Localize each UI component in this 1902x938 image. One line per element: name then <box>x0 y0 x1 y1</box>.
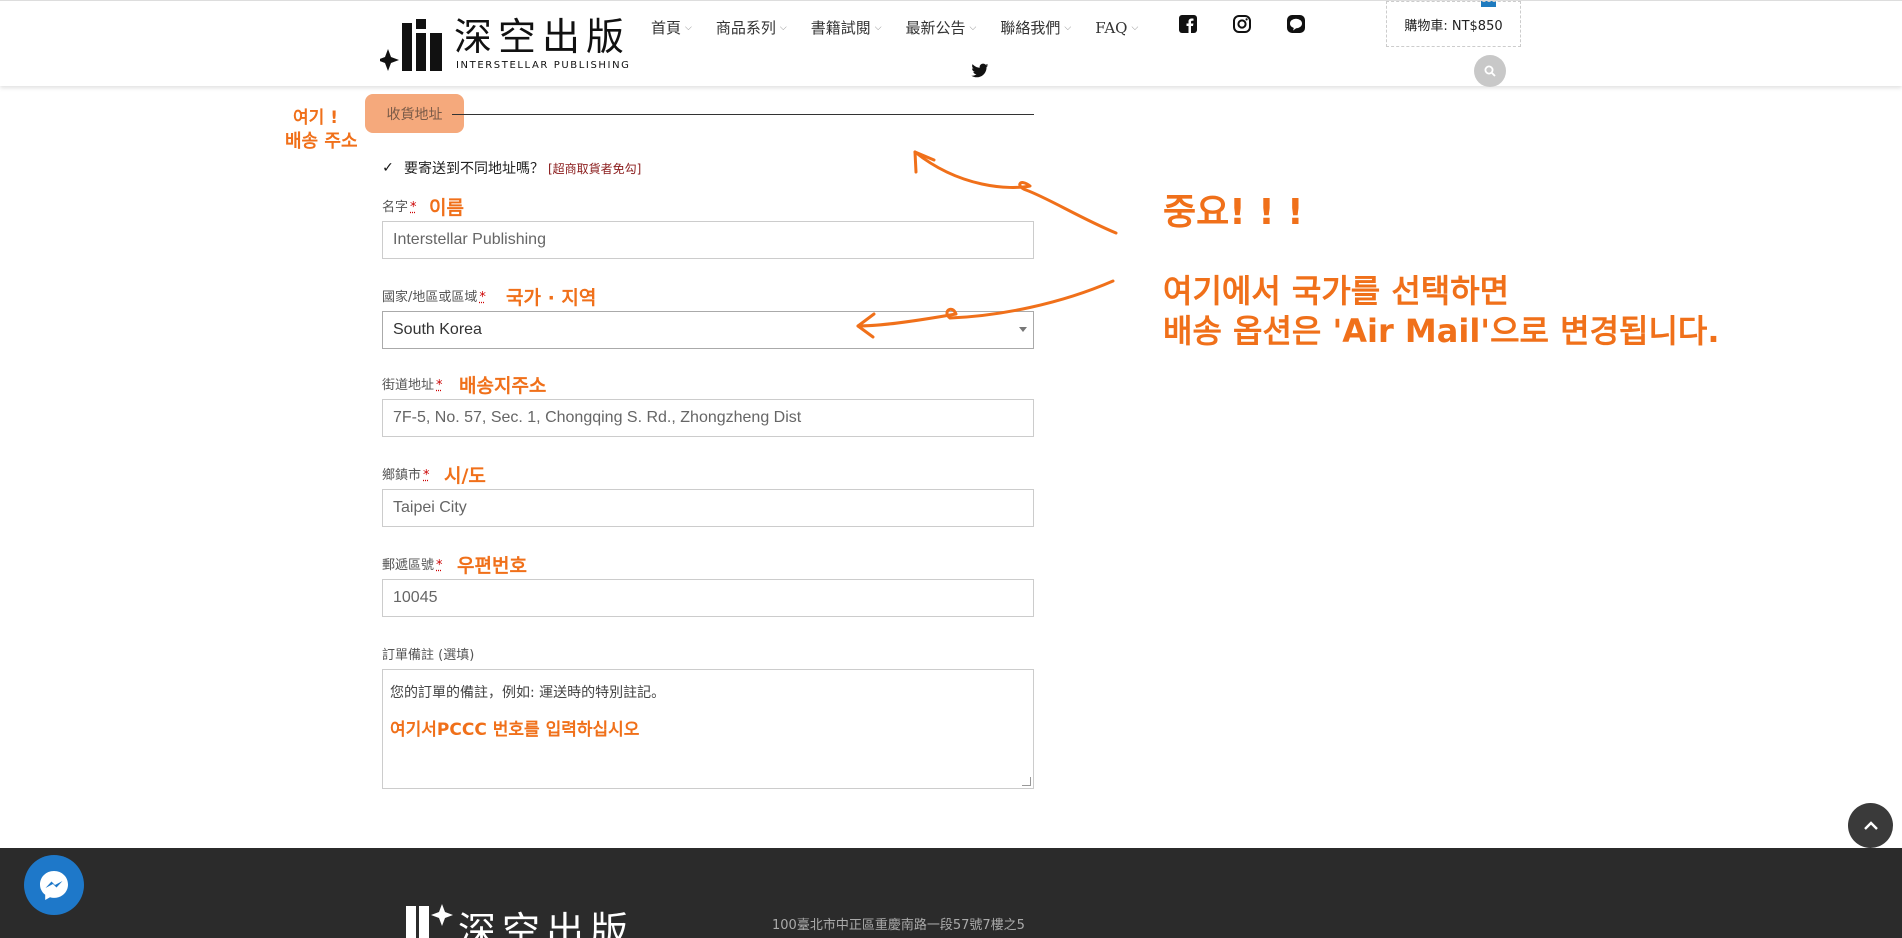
nav-news[interactable]: 最新公告 ⌵ <box>906 17 977 38</box>
ship-different-checkbox[interactable]: ✓ <box>380 160 396 176</box>
nav-label: 商品系列 <box>715 19 776 37</box>
annot-street: 배송지주소 <box>459 375 547 397</box>
street-field[interactable]: 7F-5, No. 57, Sec. 1, Chongqing S. Rd., … <box>382 399 1034 437</box>
nav-home[interactable]: 首頁 ⌵ <box>651 17 692 38</box>
nav-label: 首頁 <box>651 19 682 37</box>
logo-mark-icon <box>380 19 442 71</box>
messenger-icon <box>40 871 68 900</box>
required-mark: * <box>423 468 430 483</box>
name-label-text: 名字 <box>382 200 409 215</box>
name-field[interactable]: Interstellar Publishing <box>382 221 1034 259</box>
chevron-down-icon: ⌵ <box>969 22 977 33</box>
street-label-text: 街道地址 <box>382 378 435 393</box>
postcode-field[interactable]: 10045 <box>382 579 1034 617</box>
main-nav: 首頁 ⌵ 商品系列 ⌵ 書籍試閱 ⌵ 最新公告 ⌵ 聯絡我們 ⌵ FAQ ⌵ <box>651 17 1162 38</box>
city-value: Taipei City <box>393 499 467 516</box>
line-icon[interactable] <box>1285 13 1307 35</box>
chevron-down-icon: ⌵ <box>779 22 787 33</box>
city-field[interactable]: Taipei City <box>382 489 1034 527</box>
resize-grip-icon[interactable] <box>1022 777 1031 786</box>
annot-name: 이름 <box>429 197 464 219</box>
nav-label: 最新公告 <box>905 19 966 37</box>
required-mark: * <box>436 558 443 573</box>
annot-explain-line2: 배송 옵션은 'Air Mail'으로 변경됩니다. <box>1163 312 1720 350</box>
required-mark: * <box>479 290 486 305</box>
chevron-down-icon: ⌵ <box>1131 22 1139 33</box>
search-icon <box>1484 65 1496 77</box>
facebook-icon[interactable] <box>1177 13 1199 35</box>
country-label: 國家/地區或區域 * <box>382 286 486 305</box>
required-mark: * <box>410 200 417 215</box>
nav-preview[interactable]: 書籍試閱 ⌵ <box>811 17 882 38</box>
annot-country: 국가 · 지역 <box>506 287 597 309</box>
street-value: 7F-5, No. 57, Sec. 1, Chongqing S. Rd., … <box>393 409 802 426</box>
nav-label: 書籍試閱 <box>810 19 871 37</box>
site-logo[interactable]: 深空出版 INTERSTELLAR PUBLISHING <box>380 15 629 75</box>
nav-products[interactable]: 商品系列 ⌵ <box>716 17 787 38</box>
logo-text-en: INTERSTELLAR PUBLISHING <box>456 60 631 71</box>
country-select[interactable]: South Korea <box>382 311 1034 349</box>
notes-label: 訂單備註 (選填) <box>382 648 475 663</box>
annot-postcode: 우편번호 <box>457 555 527 577</box>
footer-logo[interactable]: 深空出版 <box>406 902 686 938</box>
store-pickup-note-link[interactable]: [超商取貨者免勾] <box>548 160 641 177</box>
postcode-value: 10045 <box>393 589 438 606</box>
cart-button[interactable]: 購物車: NT$850 <box>1386 1 1521 47</box>
site-header: 深空出版 INTERSTELLAR PUBLISHING 首頁 ⌵ 商品系列 ⌵ 書… <box>0 0 1902 87</box>
annot-city: 시/도 <box>444 465 486 487</box>
street-label: 街道地址 * <box>382 374 443 393</box>
nav-label: 聯絡我們 <box>1000 19 1061 37</box>
scroll-to-top-button[interactable] <box>1848 803 1893 848</box>
nav-contact[interactable]: 聯絡我們 ⌵ <box>1000 17 1071 38</box>
order-notes-textarea[interactable]: 您的訂單的備註，例如: 運送時的特別註記。 여기서PCCC 번호를 입력하십시오 <box>382 669 1034 789</box>
section-divider <box>452 114 1034 115</box>
footer-logo-mark-icon <box>406 904 453 938</box>
annot-pccc: 여기서PCCC 번호를 입력하십시오 <box>390 720 640 740</box>
footer-address: 100臺北市中正區重慶南路一段57號7樓之5 <box>772 918 1025 933</box>
chevron-down-icon: ⌵ <box>685 22 692 33</box>
chevron-up-icon <box>1863 820 1878 830</box>
country-label-text: 國家/地區或區域 <box>382 290 478 305</box>
city-label-text: 鄉鎮市 <box>382 468 422 483</box>
annot-here: 여기 ! <box>293 108 338 128</box>
footer-logo-text: 深空出版 <box>458 909 635 938</box>
section-title: 收貨地址 <box>365 94 464 133</box>
name-value: Interstellar Publishing <box>393 231 546 248</box>
ship-different-label: 要寄送到不同地址嗎？ <box>404 161 544 177</box>
dropdown-arrow-icon <box>1019 327 1027 332</box>
ship-different-row: ✓ 要寄送到不同地址嗎？ [超商取貨者免勾] <box>380 158 641 178</box>
chevron-down-icon: ⌵ <box>874 22 882 33</box>
annot-important: 중요! ! ! <box>1163 192 1304 233</box>
messenger-chat-button[interactable] <box>24 855 84 915</box>
cart-label: 購物車: NT$850 <box>1404 18 1503 34</box>
annot-shipping-address: 배송 주소 <box>285 131 358 152</box>
instagram-icon[interactable] <box>1231 13 1253 35</box>
country-value: South Korea <box>393 321 482 338</box>
twitter-icon[interactable] <box>971 63 993 83</box>
required-mark: * <box>436 378 443 393</box>
chevron-down-icon: ⌵ <box>1064 22 1072 33</box>
logo-text-cn: 深空出版 <box>454 15 631 59</box>
name-label: 名字 * <box>382 196 417 215</box>
notes-placeholder: 您的訂單的備註，例如: 運送時的特別註記。 <box>390 685 666 701</box>
search-button[interactable] <box>1474 55 1506 87</box>
arrow-to-section-head <box>913 150 936 174</box>
site-footer: 深空出版 100臺北市中正區重慶南路一段57號7樓之5 <box>0 848 1902 938</box>
postcode-label-text: 郵遞區號 <box>382 558 435 573</box>
nav-label: FAQ <box>1095 18 1128 37</box>
city-label: 鄉鎮市 * <box>382 464 430 483</box>
postcode-label: 郵遞區號 * <box>382 554 443 573</box>
nav-faq[interactable]: FAQ ⌵ <box>1095 17 1138 38</box>
